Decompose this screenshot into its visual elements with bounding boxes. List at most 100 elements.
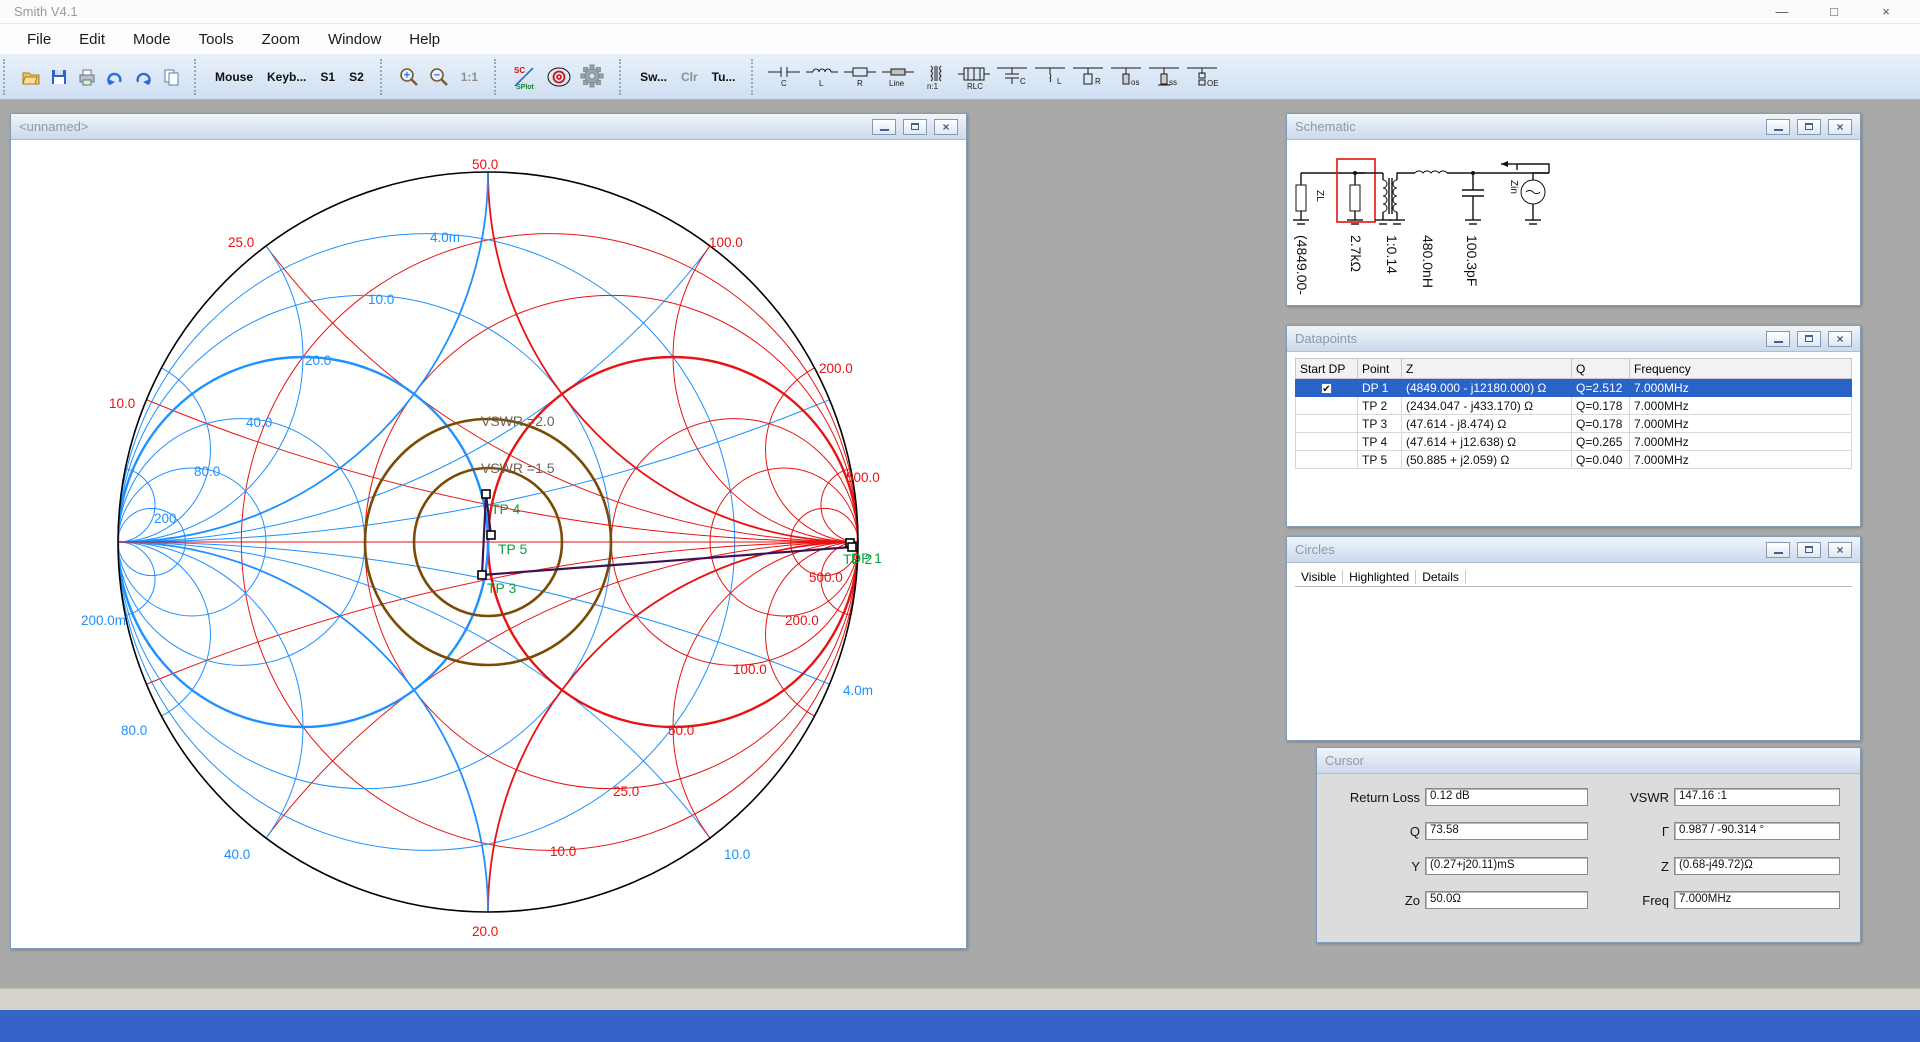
datapoints-window-buttons-close[interactable]: × xyxy=(1828,331,1852,347)
component-button-shunt-c[interactable]: C xyxy=(993,60,1031,94)
chart-window-titlebar[interactable]: <unnamed> × xyxy=(11,114,966,140)
table-row-dp1[interactable]: ✔DP 1(4849.000 - j12180.000) ΩQ=2.5127.0… xyxy=(1296,379,1852,397)
start-dp-cell[interactable] xyxy=(1296,415,1358,433)
datapoints-window-buttons-maximize[interactable] xyxy=(1797,331,1821,347)
toolbar-button-mouse[interactable]: Mouse xyxy=(208,62,260,92)
circles-tool-button[interactable] xyxy=(542,62,576,92)
menu-item-help[interactable]: Help xyxy=(395,27,454,52)
start-dp-cell[interactable] xyxy=(1296,397,1358,415)
cursor-value-z[interactable]: (0.68-j49.72)Ω xyxy=(1674,857,1840,875)
column-header-frequency[interactable]: Frequency xyxy=(1630,359,1852,379)
menu-item-zoom[interactable]: Zoom xyxy=(248,27,314,52)
column-header-point[interactable]: Point xyxy=(1358,359,1402,379)
zoom-1to1-button[interactable]: 1:1 xyxy=(454,62,485,92)
toolbar-button-sw[interactable]: Sw... xyxy=(633,62,674,92)
schematic-drawing[interactable]: ZLZin(4849.00-2.7kΩ1:0.14480.0nH100.3pF xyxy=(1287,140,1860,304)
chart-window-title: <unnamed> xyxy=(19,119,88,134)
open-file-button[interactable] xyxy=(17,62,45,92)
cursor-label-y: Y xyxy=(1325,859,1420,874)
chart-window-buttons-maximize[interactable] xyxy=(903,119,927,135)
series-r-icon: R xyxy=(843,64,877,90)
circles-column-highlighted[interactable]: Highlighted xyxy=(1343,570,1416,584)
copy-button[interactable] xyxy=(157,62,185,92)
cursor-value-zo[interactable]: 50.0Ω xyxy=(1425,891,1588,909)
cursor-value-return-loss[interactable]: 0.12 dB xyxy=(1425,788,1588,806)
series-c-icon: C xyxy=(767,64,801,90)
impedance-cell: (50.885 + j2.059) Ω xyxy=(1402,451,1572,469)
table-row-tp4[interactable]: TP 4(47.614 + j12.638) ΩQ=0.2657.000MHz xyxy=(1296,433,1852,451)
component-button-shunt-ss[interactable]: ss xyxy=(1145,60,1183,94)
cursor-value-y[interactable]: (0.27+j20.11)mS xyxy=(1425,857,1588,875)
datapoints-window-buttons-minimize[interactable] xyxy=(1766,331,1790,347)
save-button[interactable] xyxy=(45,62,73,92)
toolbar-button-s2[interactable]: S2 xyxy=(342,62,371,92)
circles-window-buttons-close[interactable]: × xyxy=(1828,542,1852,558)
menu-item-mode[interactable]: Mode xyxy=(119,27,185,52)
cursor-value-vswr[interactable]: 147.16 :1 xyxy=(1674,788,1840,806)
component-button-series-c[interactable]: C xyxy=(765,60,803,94)
schematic-window-buttons-maximize[interactable] xyxy=(1797,119,1821,135)
component-button-shunt-l[interactable]: L xyxy=(1031,60,1069,94)
component-button-series-l[interactable]: L xyxy=(803,60,841,94)
column-header-q[interactable]: Q xyxy=(1572,359,1630,379)
chart-window-buttons-minimize[interactable] xyxy=(872,119,896,135)
component-button-shunt-r[interactable]: R xyxy=(1069,60,1107,94)
settings-gear-button[interactable] xyxy=(576,62,610,92)
datapoint-marker-tp3[interactable] xyxy=(478,571,486,579)
start-dp-checkbox[interactable]: ✔ xyxy=(1321,383,1332,394)
menu-item-window[interactable]: Window xyxy=(314,27,395,52)
datapoint-marker-tp4[interactable] xyxy=(482,490,490,498)
schematic-value-label: 480.0nH xyxy=(1420,235,1436,288)
datapoint-marker-tp2[interactable] xyxy=(848,543,856,551)
start-dp-cell[interactable]: ✔ xyxy=(1296,379,1358,397)
column-header-z[interactable]: Z xyxy=(1402,359,1572,379)
table-row-tp2[interactable]: TP 2(2434.047 - j433.170) ΩQ=0.1787.000M… xyxy=(1296,397,1852,415)
circles-window-buttons-maximize[interactable] xyxy=(1797,542,1821,558)
cursor-value-freq[interactable]: 7.000MHz xyxy=(1674,891,1840,909)
datapoint-marker-tp5[interactable] xyxy=(487,531,495,539)
print-button[interactable] xyxy=(73,62,101,92)
start-dp-cell[interactable] xyxy=(1296,451,1358,469)
component-button-shunt-os[interactable]: os xyxy=(1107,60,1145,94)
table-row-tp3[interactable]: TP 3(47.614 - j8.474) ΩQ=0.1787.000MHz xyxy=(1296,415,1852,433)
shunt-os-icon: os xyxy=(1109,64,1143,90)
zoom-in-button[interactable]: + xyxy=(394,62,424,92)
component-button-transformer[interactable]: n:1 xyxy=(917,60,955,94)
toolbar-button-keyb[interactable]: Keyb... xyxy=(260,62,313,92)
menu-item-file[interactable]: File xyxy=(13,27,65,52)
toolbar-button-s1[interactable]: S1 xyxy=(313,62,342,92)
toolbar-button-tu[interactable]: Tu... xyxy=(705,62,743,92)
redo-button[interactable] xyxy=(129,62,157,92)
menu-item-edit[interactable]: Edit xyxy=(65,27,119,52)
datapoints-titlebar[interactable]: Datapoints × xyxy=(1287,326,1860,352)
sc-splot-button[interactable]: SCSPlot xyxy=(508,62,542,92)
app-minimize-button[interactable]: — xyxy=(1756,0,1808,24)
component-button-shunt-oe[interactable]: OE xyxy=(1183,60,1221,94)
circles-column-details[interactable]: Details xyxy=(1416,570,1466,584)
menu-item-tools[interactable]: Tools xyxy=(185,27,248,52)
start-dp-cell[interactable] xyxy=(1296,433,1358,451)
cursor-titlebar[interactable]: Cursor xyxy=(1317,748,1860,774)
cursor-value-γ[interactable]: 0.987 / -90.314 ° xyxy=(1674,822,1840,840)
circles-window-buttons-minimize[interactable] xyxy=(1766,542,1790,558)
app-close-button[interactable]: × xyxy=(1860,0,1912,24)
schematic-window-buttons-minimize[interactable] xyxy=(1766,119,1790,135)
toolbar-button-clr[interactable]: Clr xyxy=(674,62,705,92)
taskbar[interactable] xyxy=(0,1010,1920,1042)
circles-titlebar[interactable]: Circles × xyxy=(1287,537,1860,563)
app-maximize-button[interactable]: □ xyxy=(1808,0,1860,24)
circles-list-empty[interactable] xyxy=(1287,587,1860,717)
component-button-rlc[interactable]: RLC xyxy=(955,60,993,94)
zoom-out-button[interactable]: − xyxy=(424,62,454,92)
smith-chart[interactable]: VSWR =2.0VSWR =1.550.025.0100.010.0200.0… xyxy=(11,140,966,948)
circles-column-visible[interactable]: Visible xyxy=(1295,570,1343,584)
schematic-titlebar[interactable]: Schematic × xyxy=(1287,114,1860,140)
chart-window-buttons-close[interactable]: × xyxy=(934,119,958,135)
component-button-line[interactable]: Line xyxy=(879,60,917,94)
cursor-value-q[interactable]: 73.58 xyxy=(1425,822,1588,840)
schematic-window-buttons-close[interactable]: × xyxy=(1828,119,1852,135)
column-header-start-dp[interactable]: Start DP xyxy=(1296,359,1358,379)
table-row-tp5[interactable]: TP 5(50.885 + j2.059) ΩQ=0.0407.000MHz xyxy=(1296,451,1852,469)
component-button-series-r[interactable]: R xyxy=(841,60,879,94)
undo-button[interactable] xyxy=(101,62,129,92)
